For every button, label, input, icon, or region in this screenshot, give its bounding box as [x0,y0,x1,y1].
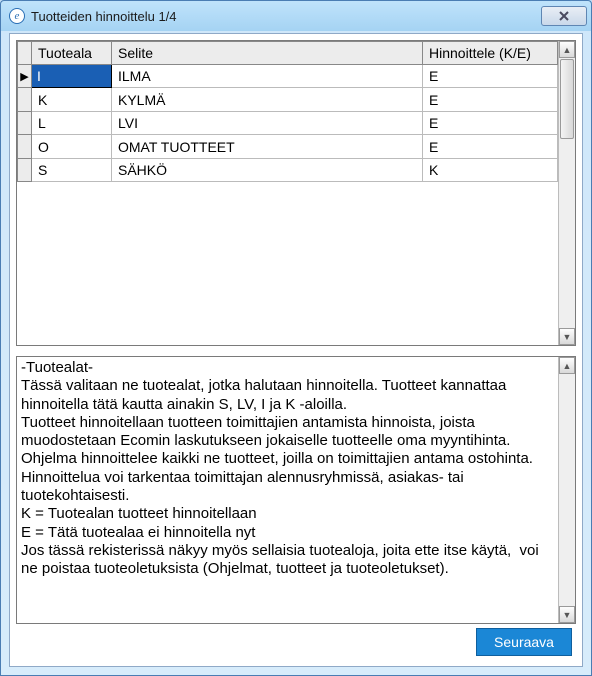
row-indicator [18,135,32,158]
app-icon-letter: e [15,10,20,22]
cell-code[interactable]: O [32,135,112,158]
cell-desc[interactable]: OMAT TUOTTEET [112,135,423,158]
col-header-price[interactable]: Hinnoittele (K/E) [423,42,558,65]
product-area-grid[interactable]: Tuoteala Selite Hinnoittele (K/E) ▶IILMA… [17,41,558,345]
client-area: Tuoteala Selite Hinnoittele (K/E) ▶IILMA… [9,33,583,667]
row-indicator [18,88,32,111]
scroll-up-button[interactable]: ▲ [559,41,575,58]
cell-price[interactable]: E [423,65,558,88]
cell-price[interactable]: E [423,135,558,158]
next-button-label: Seuraava [494,634,554,650]
cell-desc[interactable]: ILMA [112,65,423,88]
cell-code[interactable]: K [32,88,112,111]
info-text: -Tuotealat- Tässä valitaan ne tuotealat,… [17,357,558,623]
cell-desc[interactable]: LVI [112,111,423,134]
cell-code[interactable]: S [32,158,112,181]
cell-code[interactable]: L [32,111,112,134]
info-panel: -Tuotealat- Tässä valitaan ne tuotealat,… [16,356,576,624]
app-icon: e [9,8,25,24]
table-row[interactable]: LLVIE [18,111,558,134]
info-scrollbar[interactable]: ▲ ▼ [558,357,575,623]
cell-code[interactable]: I [32,65,112,88]
col-header-desc[interactable]: Selite [112,42,423,65]
close-button[interactable] [541,6,587,26]
grid-scrollbar[interactable]: ▲ ▼ [558,41,575,345]
row-indicator [18,158,32,181]
next-button[interactable]: Seuraava [476,628,572,656]
table-row[interactable]: SSÄHKÖK [18,158,558,181]
info-heading: -Tuotealat- [21,359,93,376]
scroll-down-button[interactable]: ▼ [559,328,575,345]
titlebar[interactable]: e Tuotteiden hinnoittelu 1/4 [1,1,591,31]
cell-desc[interactable]: KYLMÄ [112,88,423,111]
product-area-grid-wrap: Tuoteala Selite Hinnoittele (K/E) ▶IILMA… [16,40,576,346]
scroll-up-button[interactable]: ▲ [559,357,575,374]
table-row[interactable]: ▶IILMAE [18,65,558,88]
window-title: Tuotteiden hinnoittelu 1/4 [31,9,541,24]
cell-desc[interactable]: SÄHKÖ [112,158,423,181]
table-row[interactable]: OOMAT TUOTTEETE [18,135,558,158]
cell-price[interactable]: K [423,158,558,181]
dialog-window: e Tuotteiden hinnoittelu 1/4 Tuoteala Se… [0,0,592,676]
row-indicator: ▶ [18,65,32,88]
scroll-down-button[interactable]: ▼ [559,606,575,623]
row-indicator [18,111,32,134]
cell-price[interactable]: E [423,88,558,111]
info-body: Tässä valitaan ne tuotealat, jotka halut… [21,377,543,577]
cell-price[interactable]: E [423,111,558,134]
table-row[interactable]: KKYLMÄE [18,88,558,111]
scroll-thumb[interactable] [560,59,574,139]
col-header-code[interactable]: Tuoteala [32,42,112,65]
close-icon [559,11,569,21]
row-indicator-header [18,42,32,65]
